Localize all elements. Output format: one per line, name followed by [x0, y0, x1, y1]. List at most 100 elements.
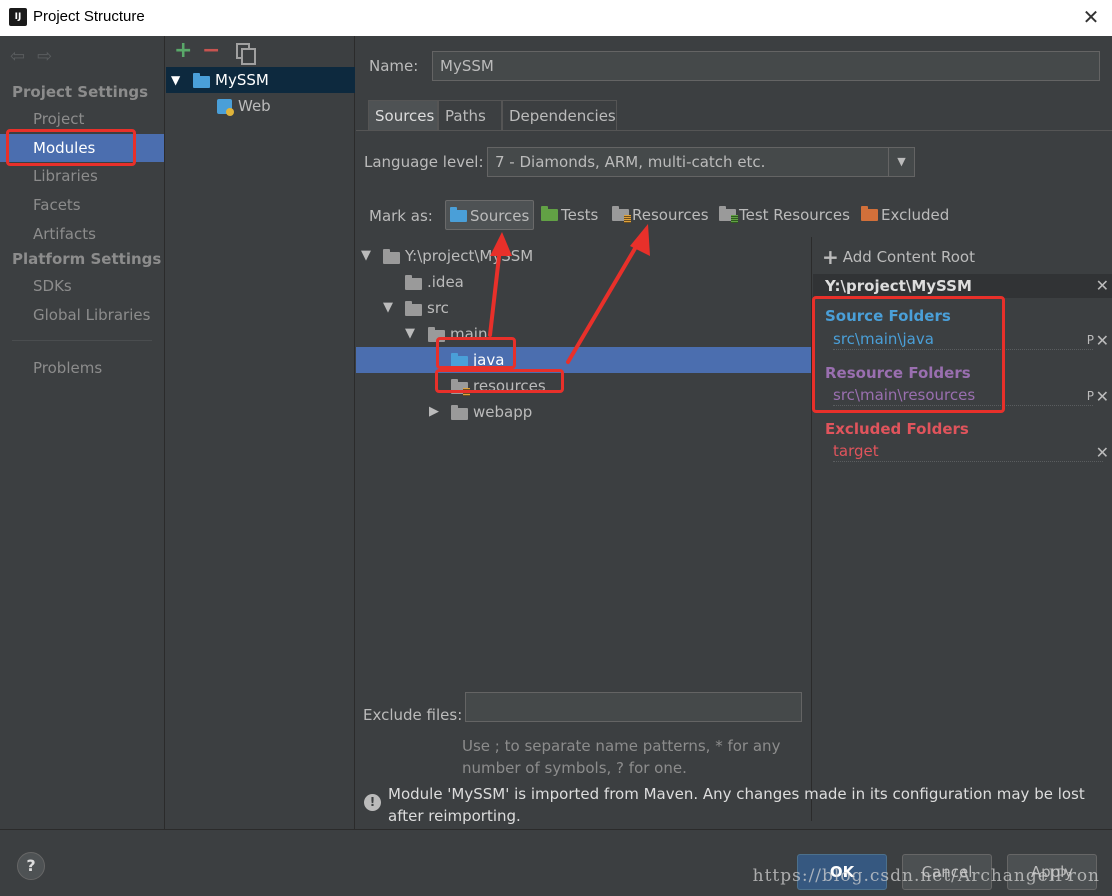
resource-folder-icon: [451, 379, 470, 396]
tree-node-src[interactable]: ▼ src: [356, 295, 811, 321]
mark-tests-button[interactable]: Tests: [537, 200, 602, 230]
folder-icon: [405, 275, 422, 290]
remove-root-icon[interactable]: ✕: [1096, 274, 1109, 298]
resource-folder-path: src\main\resources: [833, 386, 1093, 406]
remove-module-icon[interactable]: −: [202, 38, 220, 63]
tree-node-label: src: [427, 299, 449, 317]
folder-icon: [451, 405, 468, 420]
mark-as-label: Mark as:: [369, 207, 433, 225]
nav-item-global-libraries[interactable]: Global Libraries: [0, 301, 164, 329]
mark-sources-button[interactable]: Sources: [445, 200, 535, 230]
tree-node-label: resources: [473, 377, 546, 395]
tree-node-root[interactable]: ▼ Y:\project\MySSM: [356, 243, 811, 269]
history-nav: ⇦ ⇨: [10, 46, 64, 67]
folder-icon: [383, 249, 400, 264]
chevron-down-icon[interactable]: ▼: [888, 148, 914, 176]
excluded-folder-path: target: [833, 442, 1103, 462]
add-content-root-label: Add Content Root: [842, 248, 975, 266]
tab-dependencies[interactable]: Dependencies: [502, 100, 617, 130]
expand-arrow-icon[interactable]: ▼: [405, 321, 415, 347]
help-button[interactable]: ?: [17, 852, 45, 880]
language-level-select[interactable]: 7 - Diamonds, ARM, multi-catch etc. ▼: [487, 147, 915, 177]
nav-item-project[interactable]: Project: [0, 105, 164, 133]
expand-arrow-icon[interactable]: ▶: [429, 399, 439, 425]
expand-arrow-icon[interactable]: ▼: [361, 243, 371, 269]
folder-icon: [428, 327, 445, 342]
folder-icon: [405, 301, 422, 316]
excluded-folders-title: Excluded Folders: [825, 420, 969, 438]
back-arrow-icon[interactable]: ⇦: [10, 46, 25, 67]
title-bar: IJ Project Structure ✕: [0, 0, 1112, 36]
add-module-icon[interactable]: +: [174, 38, 192, 63]
tab-sources[interactable]: Sources: [368, 100, 438, 130]
mark-resources-label: Resources: [632, 206, 709, 224]
exclude-files-input[interactable]: [465, 692, 802, 722]
edit-properties-icon[interactable]: P: [1087, 389, 1094, 403]
mark-test-resources-button[interactable]: Test Resources: [715, 200, 854, 230]
language-level-label: Language level:: [364, 153, 484, 171]
warning-icon: !: [364, 794, 381, 811]
mark-sources-label: Sources: [470, 207, 530, 225]
tree-node-webapp[interactable]: ▶ webapp: [356, 399, 811, 425]
exclude-files-label: Exclude files:: [363, 706, 463, 724]
resource-folders-title: Resource Folders: [825, 364, 971, 382]
maven-import-warning: Module 'MySSM' is imported from Maven. A…: [388, 785, 1085, 825]
settings-sidebar: ⇦ ⇨ Project Settings Project Modules Libr…: [0, 36, 165, 829]
module-tree-item-web[interactable]: Web: [166, 93, 355, 119]
tab-paths[interactable]: Paths: [438, 100, 502, 130]
resource-folder-icon: [612, 206, 631, 223]
source-folders-title: Source Folders: [825, 307, 951, 325]
module-name-field[interactable]: MySSM: [432, 51, 1100, 81]
close-icon[interactable]: ✕: [1080, 6, 1102, 28]
source-folder-icon: [451, 353, 468, 368]
add-content-root-button[interactable]: + Add Content Root: [822, 245, 975, 269]
tree-node-main[interactable]: ▼ main: [356, 321, 811, 347]
nav-item-artifacts[interactable]: Artifacts: [0, 220, 164, 248]
expand-arrow-icon[interactable]: ▼: [383, 295, 393, 321]
remove-excluded-folder-icon[interactable]: ✕: [1096, 443, 1109, 462]
nav-item-libraries[interactable]: Libraries: [0, 162, 164, 190]
remove-resource-folder-icon[interactable]: ✕: [1096, 387, 1109, 406]
tree-node-label: java: [473, 351, 505, 369]
tree-node-java[interactable]: java: [356, 347, 811, 373]
nav-item-facets[interactable]: Facets: [0, 191, 164, 219]
module-list-panel: + − ▼ MySSM Web: [166, 36, 355, 829]
nav-item-modules[interactable]: Modules: [0, 134, 164, 162]
module-label: MySSM: [215, 71, 269, 89]
excluded-folder-icon: [861, 206, 878, 221]
nav-divider: [12, 340, 152, 341]
content-root-path: Y:\project\MySSM: [825, 277, 972, 295]
nav-item-sdks[interactable]: SDKs: [0, 272, 164, 300]
plus-icon: +: [822, 245, 839, 269]
window-title: Project Structure: [33, 8, 145, 25]
project-settings-heading: Project Settings: [12, 83, 149, 101]
tree-node-resources[interactable]: resources: [356, 373, 811, 399]
source-folder-path: src\main\java: [833, 330, 1093, 350]
forward-arrow-icon[interactable]: ⇨: [37, 46, 52, 67]
nav-item-problems[interactable]: Problems: [0, 354, 164, 382]
language-level-value: 7 - Diamonds, ARM, multi-catch etc.: [495, 153, 766, 171]
watermark-text: https://blog.csdn.net/ArchangelPron: [752, 866, 1100, 886]
mark-excluded-label: Excluded: [881, 206, 950, 224]
mark-tests-label: Tests: [561, 206, 599, 224]
platform-settings-heading: Platform Settings: [12, 250, 162, 268]
edit-properties-icon[interactable]: P: [1087, 333, 1094, 347]
tree-node-label: main: [450, 325, 488, 343]
tree-node-idea[interactable]: .idea: [356, 269, 811, 295]
sources-tab-content: Language level: 7 - Diamonds, ARM, multi…: [356, 131, 1112, 829]
mark-resources-button[interactable]: Resources: [608, 200, 713, 230]
module-settings-panel: Name: MySSM Sources Paths Dependencies L…: [356, 36, 1112, 829]
tree-node-label: .idea: [427, 273, 464, 291]
intellij-app-icon: IJ: [8, 7, 28, 27]
expand-arrow-icon[interactable]: ▼: [171, 67, 180, 93]
module-tree-item-myssm[interactable]: ▼ MySSM: [166, 67, 355, 93]
content-root-panel: + Add Content Root Y:\project\MySSM ✕ Sou…: [812, 237, 1112, 821]
exclude-files-hint: Use ; to separate name patterns, * for a…: [462, 737, 781, 777]
content-root-header: Y:\project\MySSM ✕: [813, 274, 1112, 298]
copy-module-icon[interactable]: [236, 43, 256, 65]
module-label: Web: [238, 97, 271, 115]
mark-excluded-button[interactable]: Excluded: [857, 200, 953, 230]
dialog-button-bar: ? OK Cancel Apply https://blog.csdn.net/…: [0, 829, 1112, 896]
remove-source-folder-icon[interactable]: ✕: [1096, 331, 1109, 350]
module-folder-icon: [193, 73, 210, 88]
